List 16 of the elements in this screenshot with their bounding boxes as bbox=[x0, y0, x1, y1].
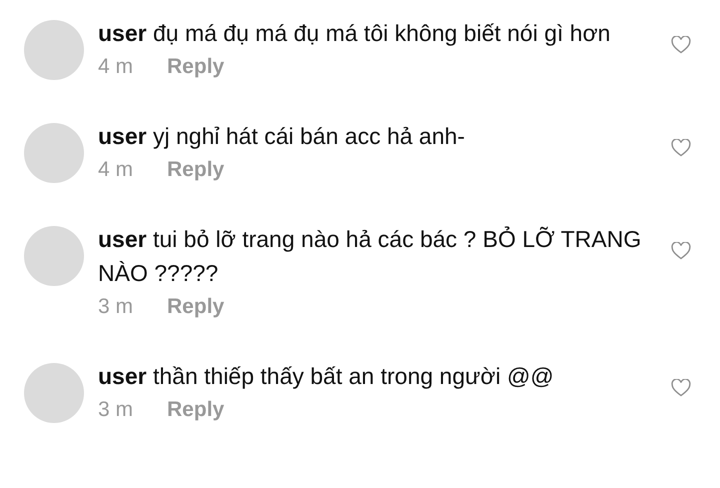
reply-link[interactable]: Reply bbox=[167, 50, 224, 84]
comment-time: 3 m bbox=[98, 294, 134, 320]
like-icon[interactable] bbox=[671, 242, 691, 260]
comment-time: 3 m bbox=[98, 397, 134, 423]
like-icon[interactable] bbox=[671, 379, 691, 397]
comment-text: user đụ má đụ má đụ má tôi không biết nói gì hơn bbox=[98, 19, 612, 48]
comment-text: user thần thiếp thấy bất an trong người @@ bbox=[98, 362, 555, 391]
like-icon[interactable] bbox=[671, 36, 691, 54]
reply-link[interactable]: Reply bbox=[167, 290, 224, 324]
comment-time: 4 m bbox=[98, 157, 134, 183]
reply-link[interactable]: Reply bbox=[167, 393, 224, 427]
like-icon[interactable] bbox=[671, 139, 691, 157]
reply-link[interactable]: Reply bbox=[167, 153, 224, 187]
comment-time: 4 m bbox=[98, 54, 134, 80]
comment-text: user yj nghỉ hát cái bán acc hả anh- bbox=[98, 122, 466, 151]
comment-text: user tui bỏ lỡ trang nào hả các bác ? BỎ LỠ TRANG NÀO ????? bbox=[98, 225, 642, 288]
